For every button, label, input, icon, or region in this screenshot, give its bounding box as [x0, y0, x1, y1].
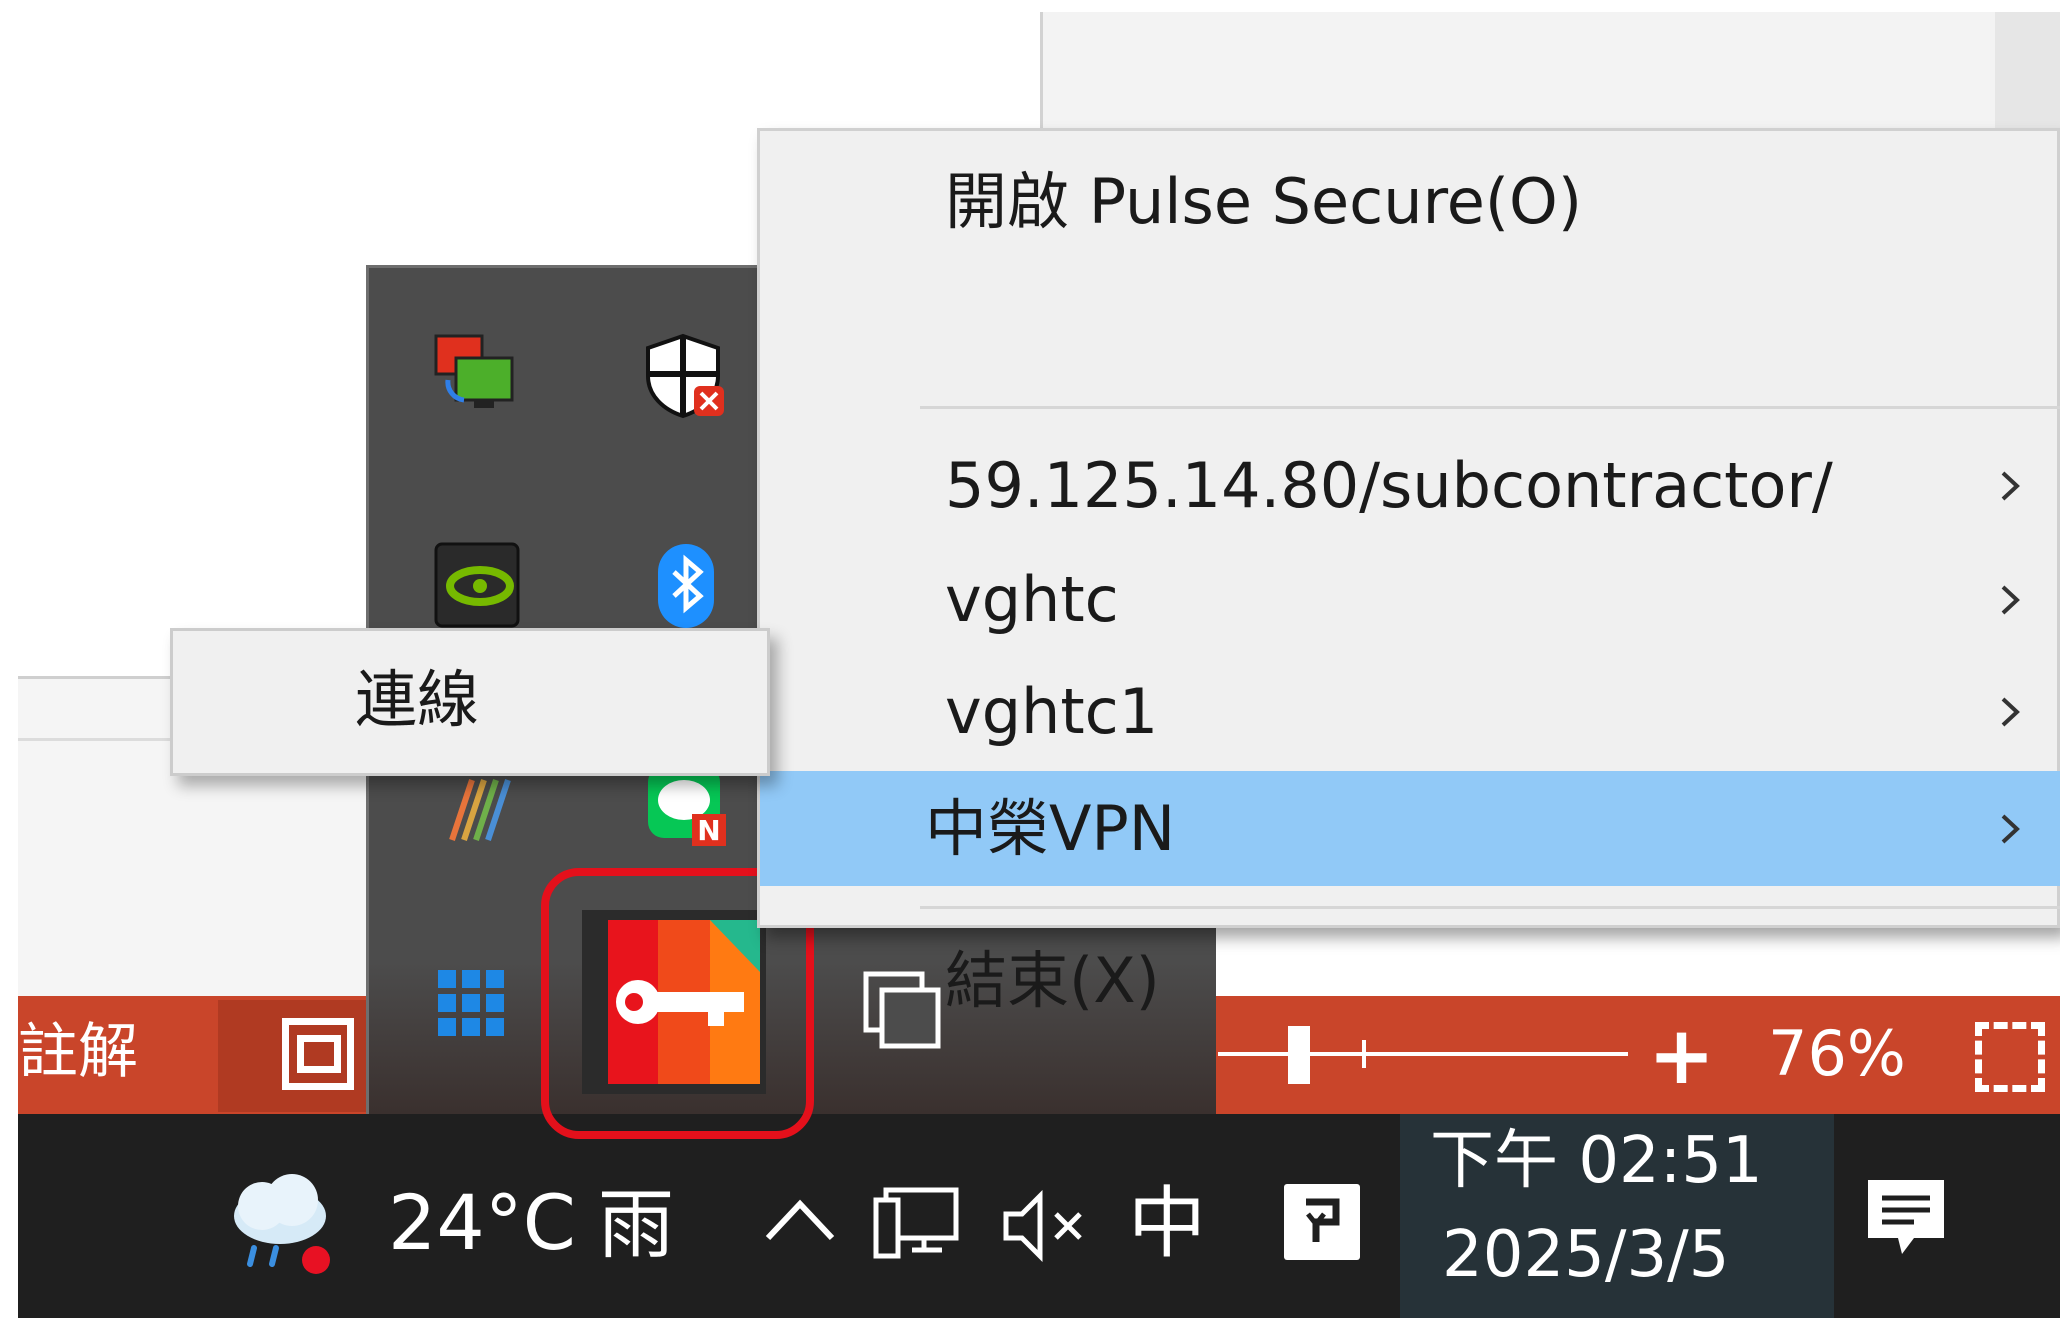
- submenu-item-connect[interactable]: 連線: [173, 631, 767, 773]
- security-shield-icon[interactable]: [638, 330, 728, 420]
- menu-item-connection-vghtc[interactable]: vghtc: [760, 545, 2060, 655]
- bluetooth-icon[interactable]: [644, 540, 734, 630]
- weather-condition[interactable]: 雨: [598, 1180, 674, 1270]
- ime-indicator[interactable]: 中: [1128, 1176, 1206, 1272]
- menu-item-connection-zhongrong-vpn[interactable]: 中榮VPN: [760, 771, 2060, 886]
- network-icon[interactable]: [872, 1184, 962, 1264]
- weather-rain-icon[interactable]: [220, 1168, 340, 1278]
- background-window: [1040, 12, 2060, 130]
- connection-submenu: 連線: [170, 628, 770, 776]
- menu-item-label: vghtc: [945, 563, 1119, 636]
- menu-separator: [920, 406, 2060, 409]
- clock-time[interactable]: 下午 02:51: [1430, 1120, 1763, 1202]
- menu-item-exit[interactable]: 結束(X): [760, 926, 2060, 1036]
- menu-item-label: 開啟 Pulse Secure(O): [945, 165, 1583, 238]
- menu-item-connection-server[interactable]: 59.125.14.80/subcontractor/: [760, 431, 2060, 541]
- chevron-right-icon: [2001, 471, 2020, 501]
- submenu-item-label: 連線: [355, 663, 480, 736]
- teamviewer-icon[interactable]: [430, 330, 520, 420]
- notes-button[interactable]: 註解: [18, 1012, 138, 1092]
- nvidia-icon[interactable]: [432, 540, 522, 630]
- pulse-secure-context-menu: 開啟 Pulse Secure(O) 59.125.14.80/subcontr…: [757, 128, 2060, 1017]
- menu-item-label: 中榮VPN: [925, 792, 1176, 865]
- clock-date[interactable]: 2025/3/5: [1442, 1214, 1729, 1296]
- background-window-scrollbar: [1995, 12, 2060, 130]
- chevron-right-icon: [2001, 697, 2020, 727]
- menu-item-label: vghtc1: [945, 675, 1159, 748]
- notifications-icon[interactable]: [1862, 1174, 1950, 1264]
- menu-item-open-pulse-secure[interactable]: 開啟 Pulse Secure(O): [760, 147, 2060, 257]
- chevron-up-icon[interactable]: [760, 1190, 840, 1250]
- volume-muted-icon[interactable]: [1000, 1186, 1090, 1266]
- zoom-slider-tick: [1362, 1040, 1366, 1068]
- ime-mode-icon[interactable]: [1284, 1184, 1360, 1260]
- menu-item-connection-vghtc1[interactable]: vghtc1: [760, 657, 2060, 767]
- chevron-right-icon: [2001, 814, 2020, 844]
- menu-separator: [920, 906, 2060, 909]
- chevron-right-icon: [2001, 585, 2020, 615]
- menu-item-label: 結束(X): [945, 944, 1160, 1017]
- svg-text:N: N: [697, 814, 720, 847]
- menu-item-label: 59.125.14.80/subcontractor/: [945, 449, 1833, 522]
- zoom-slider[interactable]: [1218, 1052, 1628, 1056]
- weather-temperature[interactable]: 24°C: [388, 1178, 576, 1268]
- normal-view-icon: [282, 1018, 354, 1090]
- grid-app-icon[interactable]: [430, 960, 520, 1050]
